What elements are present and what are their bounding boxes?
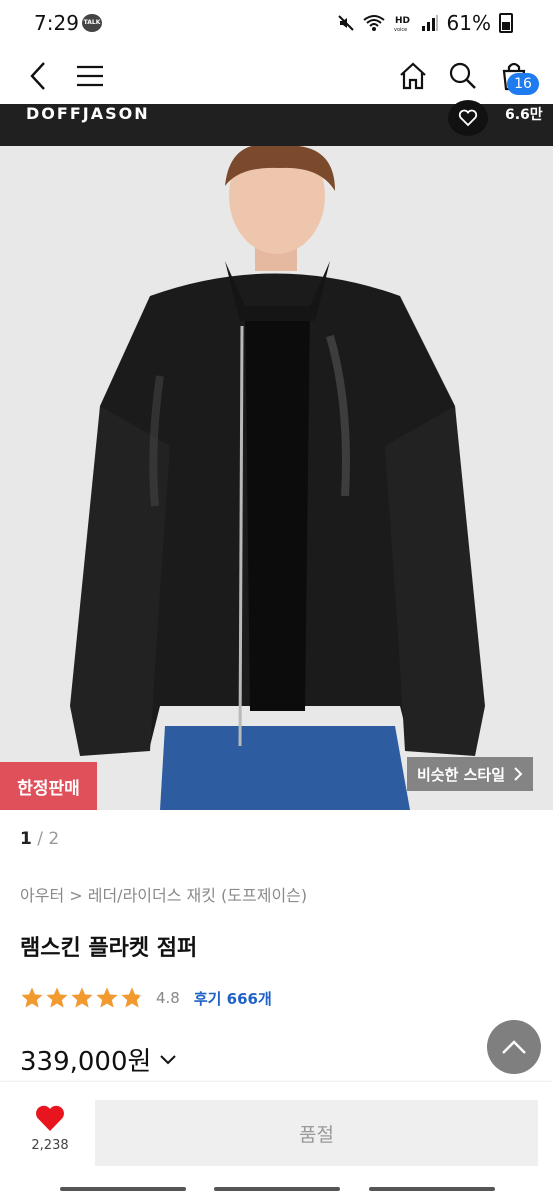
kakaotalk-notification-icon: TALK (82, 14, 102, 32)
top-nav (0, 48, 553, 104)
brand-like-button[interactable] (448, 100, 488, 136)
similar-style-button[interactable]: 비슷한 스타일 (407, 757, 533, 791)
back-icon[interactable] (18, 56, 58, 96)
product-rating[interactable]: 4.8 후기 666개 (20, 985, 272, 1011)
star-icon (21, 987, 43, 1008)
svg-text:voice: voice (394, 27, 407, 33)
product-title: 램스킨 플라켓 점퍼 (20, 936, 198, 961)
search-icon[interactable] (443, 56, 483, 96)
chevron-up-icon (502, 1040, 526, 1054)
hd-voice-icon: HD voice (394, 16, 410, 33)
menu-icon[interactable] (70, 56, 110, 96)
soldout-button[interactable]: 품절 (95, 1100, 538, 1166)
wish-button[interactable]: 2,238 (20, 1104, 80, 1153)
product-price[interactable]: 339,000원 (20, 1041, 177, 1078)
mute-icon (337, 15, 354, 31)
pager-total: / 2 (31, 829, 60, 849)
brand-like-count: 6.6만 (505, 107, 543, 123)
wifi-icon (362, 15, 385, 31)
star-icon (71, 987, 93, 1008)
pager-current: 1 (20, 829, 32, 849)
battery-percent: 61% (446, 11, 491, 35)
jacket-model-illustration (0, 146, 553, 810)
product-image[interactable] (0, 146, 553, 810)
heart-outline-icon (458, 109, 478, 127)
brand-name[interactable]: DOFFJASON (26, 104, 150, 123)
review-count-link[interactable]: 후기 666개 (194, 988, 272, 1009)
price-value: 339,000원 (20, 1047, 152, 1077)
nav-recents-indicator[interactable] (60, 1187, 186, 1191)
star-icon (46, 987, 68, 1008)
status-time: 7:29 (34, 11, 79, 35)
signal-icon (421, 15, 438, 31)
chevron-right-icon (514, 767, 523, 781)
system-nav-bar (0, 1178, 553, 1200)
brand-bar: DOFFJASON 6.6만 (0, 100, 553, 146)
svg-text:HD: HD (395, 16, 410, 26)
home-icon[interactable] (393, 56, 433, 96)
similar-style-label: 비슷한 스타일 (416, 765, 506, 784)
nav-back-indicator[interactable] (369, 1187, 495, 1191)
scroll-to-top-button[interactable] (487, 1020, 541, 1074)
chevron-down-icon (160, 1054, 177, 1064)
heart-filled-icon (36, 1105, 64, 1131)
rating-score: 4.8 (156, 989, 180, 1007)
image-pager: 1 / 2 (20, 829, 59, 849)
nav-home-indicator[interactable] (214, 1187, 340, 1191)
rating-stars (20, 986, 144, 1010)
limited-sale-badge: 한정판매 (0, 762, 97, 810)
breadcrumb[interactable]: 아우터 > 레더/라이더스 재킷 (도프제이슨) (20, 882, 307, 906)
star-icon (121, 987, 143, 1008)
status-bar: 7:29 TALK HD voice 61% (0, 0, 553, 48)
cart-count-badge: 16 (507, 73, 539, 95)
star-icon (96, 987, 118, 1008)
battery-icon (499, 13, 513, 33)
bottom-action-bar: 2,238 품절 (0, 1082, 553, 1178)
wish-count: 2,238 (31, 1138, 69, 1153)
